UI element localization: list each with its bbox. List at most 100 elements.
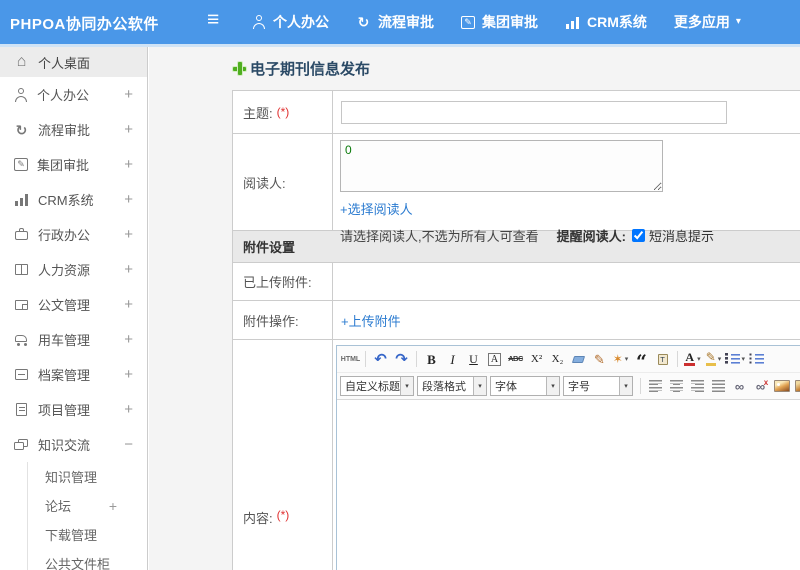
nav-item-label: CRM系统 [587, 14, 647, 30]
readers-field-cell: 0 +选择阅读人 请选择阅读人,不选为所有人可查看 提醒阅读人: 短消息提示 [333, 134, 800, 244]
format-brush-button[interactable]: ✎ [590, 349, 610, 370]
expand-toggle[interactable]: + [124, 121, 133, 138]
undo-button[interactable]: ↶ [371, 349, 391, 370]
readers-hint-line: 请选择阅读人,不选为所有人可查看 提醒阅读人: 短消息提示 [340, 226, 800, 245]
image-button[interactable] [772, 376, 792, 397]
sidebar-subitem[interactable]: 公共文件柜 [28, 549, 147, 570]
font-family-select[interactable]: 字体 ▾ [490, 376, 560, 396]
attachments-section-title: 附件设置 [243, 240, 296, 255]
nav-item[interactable]: 更多应用 ▾ [674, 12, 741, 32]
sidebar-item-label: 公文管理 [38, 298, 91, 313]
attachment-actions-label: 附件操作: [243, 313, 299, 329]
nav-item[interactable]: 个人办公 [252, 12, 329, 32]
html-source-button[interactable]: HTML [341, 349, 361, 370]
expand-toggle[interactable]: + [109, 498, 117, 514]
expand-toggle[interactable]: + [124, 331, 133, 348]
app-logo: PHPOA协同办公软件 [10, 16, 159, 33]
sidebar-item[interactable]: 行政办公 + [0, 217, 147, 252]
underline-button[interactable]: U [464, 349, 484, 370]
editor-body[interactable] [337, 400, 800, 570]
book-icon [14, 263, 29, 276]
edit-icon: ✎ [14, 158, 28, 171]
upload-attachment-link[interactable]: +上传附件 [341, 311, 401, 330]
readers-textarea[interactable]: 0 [340, 140, 663, 192]
edit-icon: ✎ [461, 15, 475, 29]
nav-item[interactable]: ✎ 集团审批 [461, 12, 538, 32]
sms-checkbox[interactable] [631, 229, 645, 242]
caret-down-icon: ▾ [741, 356, 746, 363]
attachment-actions-cell: +上传附件 [333, 301, 800, 339]
strikethrough-button[interactable]: ABC [506, 349, 526, 370]
unlink-button[interactable]: ∞ [751, 376, 771, 397]
font-size-select[interactable]: 字号 ▾ [563, 376, 633, 396]
sidebar-item-label: 用车管理 [38, 333, 91, 348]
expand-toggle[interactable]: + [124, 191, 133, 208]
sidebar-subitem[interactable]: 论坛 + [28, 491, 147, 520]
hamburger-icon[interactable]: ≡ [207, 9, 219, 30]
sidebar-subitem[interactable]: 下载管理 [28, 520, 147, 549]
sidebar-item[interactable]: 个人办公 + [0, 77, 147, 112]
ordered-list-icon [724, 353, 740, 365]
cycle-icon: ↻ [357, 14, 370, 30]
nav-item-label: 个人办公 [273, 14, 329, 30]
sidebar-item[interactable]: 用车管理 + [0, 322, 147, 357]
sidebar-subitem[interactable]: 知识管理 [28, 462, 147, 491]
font-color-button[interactable]: A ▾ [683, 349, 703, 370]
highlight-button[interactable]: ✎ ▾ [704, 349, 724, 370]
subject-input[interactable] [341, 100, 727, 124]
readers-row: 阅读人: 0 +选择阅读人 请选择阅读人,不选为所有人可查看 提醒阅读人: 短消… [233, 134, 800, 244]
expand-toggle[interactable]: − [124, 436, 133, 453]
select-readers-link[interactable]: +选择阅读人 [340, 199, 413, 218]
sidebar-item[interactable]: 公文管理 + [0, 287, 147, 322]
sidebar-item[interactable]: ↻ 流程审批 + [0, 112, 147, 147]
sidebar-item[interactable]: ✎ 集团审批 + [0, 147, 147, 182]
sidebar-subitem-label: 公共文件柜 [45, 557, 111, 570]
sidebar-item[interactable]: 知识交流 − [0, 427, 147, 462]
nav-item[interactable]: ↻ 流程审批 [356, 12, 434, 32]
sidebar-submenu: 知识管理 论坛 + 下载管理公共文件柜 [27, 462, 147, 570]
paragraph-select[interactable]: 段落格式 ▾ [417, 376, 487, 396]
subscript-button[interactable]: X₂ [548, 349, 568, 370]
ordered-list-button[interactable]: ▾ [724, 349, 746, 370]
unordered-list-button[interactable] [746, 349, 766, 370]
expand-toggle[interactable]: + [124, 261, 133, 278]
expand-toggle[interactable]: + [124, 86, 133, 103]
align-left-button[interactable] [646, 376, 666, 397]
align-left-icon [649, 380, 662, 392]
caret-down-icon: ▾ [619, 377, 632, 395]
sidebar-item[interactable]: CRM系统 + [0, 182, 147, 217]
subject-field-cell [333, 91, 800, 133]
expand-toggle[interactable]: + [124, 296, 133, 313]
expand-toggle[interactable]: + [124, 226, 133, 243]
paste-button[interactable] [653, 349, 673, 370]
chart-icon [565, 15, 580, 29]
sidebar-item[interactable]: 人力资源 + [0, 252, 147, 287]
superscript-button[interactable]: X² [527, 349, 547, 370]
bold-button[interactable]: B [422, 349, 442, 370]
sidebar-item[interactable]: 档案管理 + [0, 357, 147, 392]
attachment-actions-row: 附件操作: +上传附件 [233, 301, 800, 340]
media-button[interactable] [793, 376, 800, 397]
editor-toolbar-row2: 自定义标题 ▾ 段落格式 ▾ 字体 ▾ 字号 ▾ ∞ ∞ [337, 373, 800, 400]
link-button[interactable]: ∞ [730, 376, 750, 397]
align-right-button[interactable] [688, 376, 708, 397]
eraser-button[interactable] [569, 349, 589, 370]
align-justify-button[interactable] [709, 376, 729, 397]
expand-toggle[interactable]: + [124, 366, 133, 383]
magic-wand-button[interactable]: ✶ ▾ [611, 349, 631, 370]
expand-toggle[interactable]: + [124, 401, 133, 418]
heading-select[interactable]: 自定义标题 ▾ [340, 376, 414, 396]
text-style-button[interactable]: A [485, 349, 505, 370]
sidebar-item[interactable]: 项目管理 + [0, 392, 147, 427]
header-nav: 个人办公 ↻ 流程审批 ✎ 集团审批 CRM系统 更多应用 ▾ [252, 0, 741, 44]
italic-button[interactable]: I [443, 349, 463, 370]
redo-button[interactable]: ↷ [392, 349, 412, 370]
align-center-button[interactable] [667, 376, 687, 397]
toolbar-separator [365, 351, 366, 367]
superscript-icon: X² [530, 352, 543, 365]
sidebar-item-label: 集团审批 [37, 158, 90, 173]
quote-button[interactable]: “ [632, 349, 652, 370]
expand-toggle[interactable]: + [124, 156, 133, 173]
sidebar-item[interactable]: ⌂ 个人桌面 [0, 47, 147, 77]
nav-item[interactable]: CRM系统 [565, 12, 647, 32]
